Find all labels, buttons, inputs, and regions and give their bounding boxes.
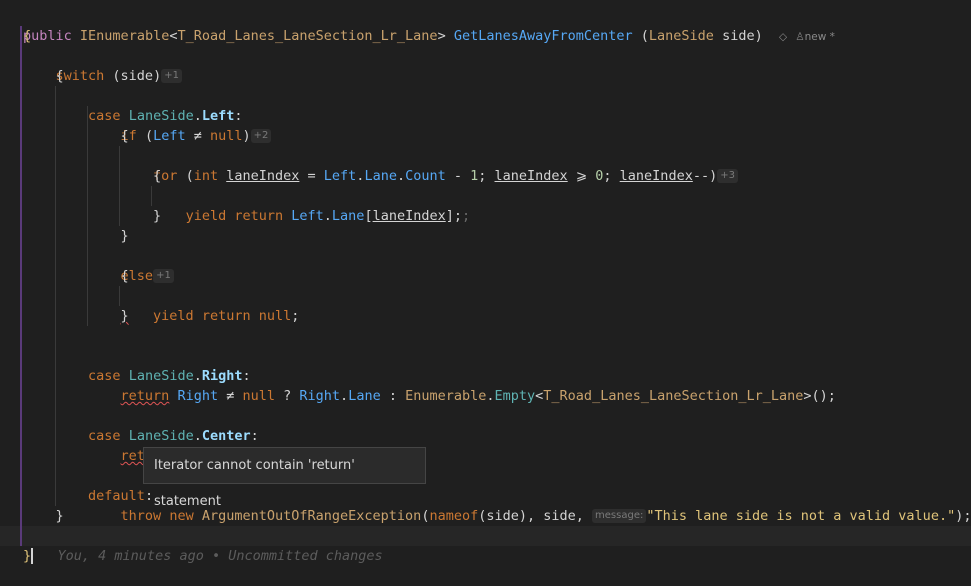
code-line-return-center[interactable]: return Center.Lane; — [0, 426, 276, 464]
complexity-hint: +1 — [161, 69, 182, 83]
code-line-yield[interactable]: yield return Left.Lane[laneIndex];; — [0, 186, 471, 224]
indent-guide — [119, 286, 120, 306]
code-line-signature[interactable]: public IEnumerable<T_Road_Lanes_LaneSect… — [0, 6, 835, 44]
param-type: LaneSide — [648, 28, 714, 44]
author-icon: ♙ — [795, 31, 805, 43]
diamond-icon[interactable]: ◇ — [779, 31, 787, 43]
current-line-highlight — [0, 526, 971, 546]
code-line-return-right[interactable]: return Right ≠ null ? Right.Lane : Enume… — [0, 366, 836, 404]
indent-guide — [151, 186, 152, 206]
code-line-switch[interactable]: switch (side) +1 — [0, 46, 182, 84]
code-line-yield-null[interactable]: yield return null; — [0, 286, 299, 324]
generic-type: T_Road_Lanes_LaneSection_Lr_Lane — [177, 28, 438, 44]
code-line-case-center[interactable]: case LaneSide.Center: — [0, 406, 259, 444]
code-line-else[interactable]: else +1 — [0, 246, 174, 284]
git-blame-annotation[interactable]: You, 4 minutes ago • Uncommitted changes — [58, 548, 383, 564]
code-editor[interactable]: public IEnumerable<T_Road_Lanes_LaneSect… — [0, 0, 971, 564]
code-line-case-right[interactable]: case LaneSide.Right: — [0, 346, 251, 384]
method-name: GetLanesAwayFromCenter — [453, 28, 633, 44]
code-line-if[interactable]: if (Left ≠ null) +2 — [0, 106, 272, 144]
code-line-closing[interactable]: } You, 4 minutes ago • Uncommitted chang… — [0, 526, 383, 564]
complexity-hint: +3 — [717, 169, 738, 183]
error-tooltip: Iterator cannot contain 'return' stateme… — [143, 447, 426, 509]
code-line-for[interactable]: for (int laneIndex = Left.Lane.Count - 1… — [0, 146, 738, 184]
return-type: IEnumerable — [79, 28, 170, 44]
complexity-hint: +2 — [250, 129, 272, 143]
code-line-default[interactable]: default: — [0, 466, 153, 504]
codelens-label[interactable]: new * — [805, 31, 835, 43]
text-cursor — [31, 548, 34, 564]
complexity-hint: +1 — [153, 269, 174, 283]
param-name: side — [722, 28, 755, 44]
error-tooltip-text: Iterator cannot contain 'return' stateme… — [154, 458, 355, 509]
code-line-throw[interactable]: throw new ArgumentOutOfRangeException(na… — [0, 486, 971, 524]
code-line-case-left[interactable]: case LaneSide.Left: — [0, 86, 242, 124]
param-hint: message: — [592, 509, 647, 523]
